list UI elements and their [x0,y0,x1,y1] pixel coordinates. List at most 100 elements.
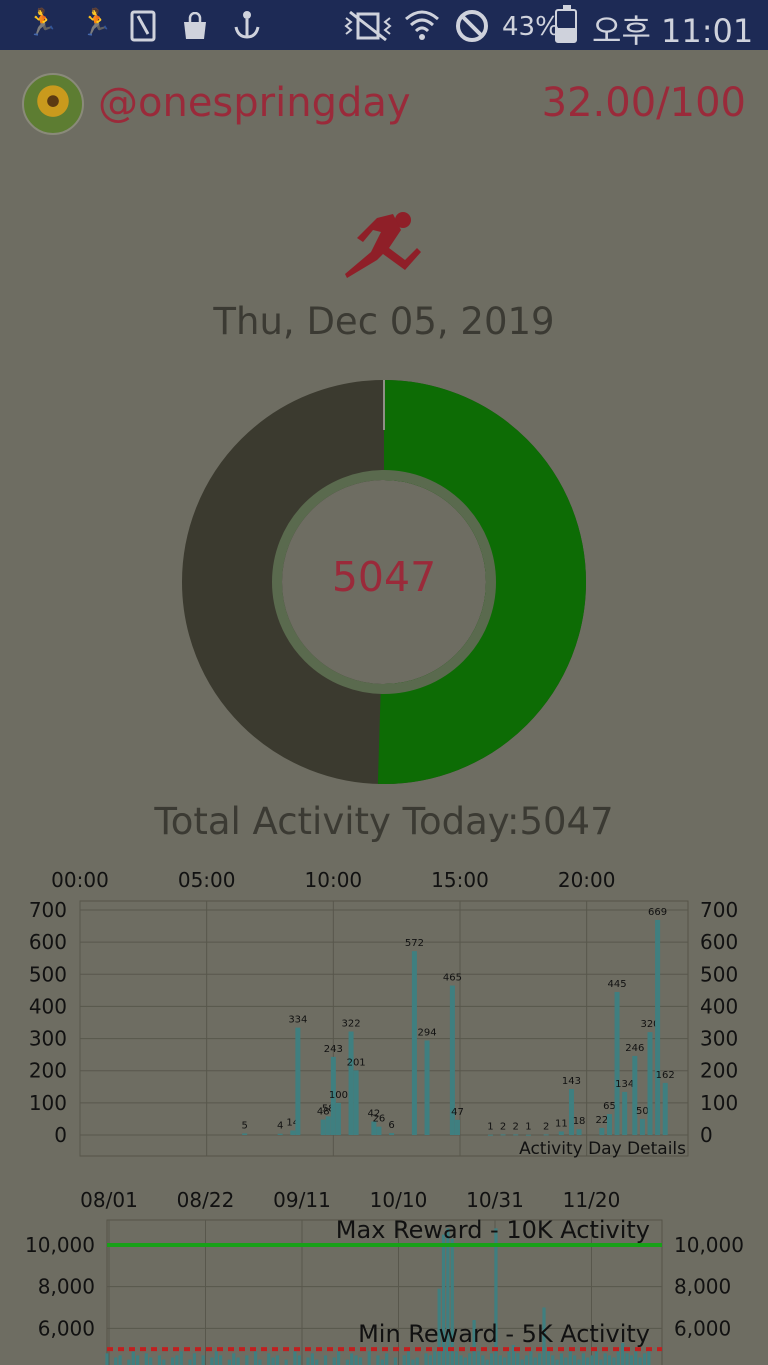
bar-label: 294 [418,1028,437,1039]
bar [662,1082,668,1135]
bar [572,1355,577,1365]
y-tick-left: 100 [29,1091,67,1115]
bar [551,1355,555,1365]
bar [459,1355,463,1365]
bar [162,1359,166,1365]
bar [393,1357,398,1365]
bar [577,1359,581,1365]
bar [411,1359,415,1365]
battery-icon [555,5,577,43]
x-tick: 10:00 [305,868,363,892]
x-tick: 10/31 [466,1188,524,1212]
total-activity-label: Total Activity Today:5047 [154,800,614,843]
avatar[interactable] [22,73,84,135]
bar [599,1359,603,1365]
bar [485,1359,489,1365]
y-tick-right: 8,000 [674,1275,731,1299]
bar [638,1357,642,1365]
bar [543,1134,549,1136]
bar-label: 2 [500,1121,506,1132]
vibrate-icon [344,10,392,42]
activity-history-chart: 6,000 6,000 8,000 8,000 10,000 10,000 08/01 08/… [25,1188,744,1365]
bar [323,1355,328,1365]
bar [385,1353,389,1365]
bar [135,1355,140,1365]
bar [612,1357,616,1365]
bar-label: 1 [525,1122,531,1133]
bar [476,1351,481,1365]
bar [144,1353,148,1365]
bar [599,1127,605,1135]
bar [614,991,620,1135]
x-tick: 08/01 [80,1188,138,1212]
bar-label: 143 [562,1076,581,1087]
y-tick-left: 10,000 [25,1233,95,1257]
bar [594,1351,599,1365]
x-tick: 05:00 [178,868,236,892]
bar [455,1351,459,1365]
bar [647,1032,653,1135]
bar [350,1353,354,1365]
bar [335,1102,341,1135]
bar [170,1357,175,1365]
battery-percent: 43% [502,12,560,42]
bar [219,1355,223,1365]
bar [188,1359,192,1365]
bar [277,1133,283,1135]
bar [242,1133,248,1135]
y-tick-right: 300 [700,1027,738,1051]
y-tick-right: 10,000 [674,1233,744,1257]
bar [503,1357,507,1365]
y-tick-left: 6,000 [38,1316,95,1340]
bar [415,1357,419,1365]
bar [175,1355,179,1365]
bar [632,1055,638,1135]
bar [227,1359,231,1365]
wifi-icon [405,10,439,40]
bar [500,1134,506,1136]
bar [297,1355,301,1365]
bar-label: 47 [451,1107,464,1118]
bar [337,1351,341,1365]
y-tick-right: 6,000 [674,1316,731,1340]
y-tick-left: 200 [29,1059,67,1083]
bar [525,1134,531,1136]
x-tick: 20:00 [558,868,616,892]
bar [348,1031,354,1135]
bar [498,1355,502,1365]
bar-label: 134 [615,1079,634,1090]
bar-label: 322 [342,1019,361,1030]
bar [558,1131,564,1135]
bar [616,1351,620,1365]
bar [253,1351,258,1365]
y-tick-left: 500 [29,962,67,986]
y-tick-right: 400 [700,994,738,1018]
bar [568,1089,574,1135]
shopping-bag-icon [184,12,206,39]
bar [354,1355,358,1365]
limit-line-label: Min Reward - 5K Activity [358,1320,650,1348]
bar [564,1357,568,1365]
x-tick: 11/20 [563,1188,621,1212]
bar-label: 445 [608,979,627,990]
bar [236,1357,240,1365]
bar-label: 1 [487,1122,493,1133]
bar [590,1355,594,1365]
bar [201,1355,205,1365]
x-tick: 08/22 [177,1188,235,1212]
bar [489,1353,494,1365]
bar [625,1353,629,1365]
y-tick-left: 700 [29,898,67,922]
bar [131,1351,135,1365]
y-tick-right: 500 [700,962,738,986]
clock: 오후 11:01 [592,12,754,50]
bar [258,1359,262,1365]
bar [524,1355,529,1365]
bar [179,1351,183,1365]
bar [576,1129,582,1135]
activity-day-chart: 0 0 100 100 200 200 300 300 400 400 500 500 600 600 70… [29,868,738,1159]
bar [622,1091,628,1135]
bar [533,1357,537,1365]
username[interactable]: @onespringday [98,80,411,126]
bar-label: 243 [324,1044,343,1055]
